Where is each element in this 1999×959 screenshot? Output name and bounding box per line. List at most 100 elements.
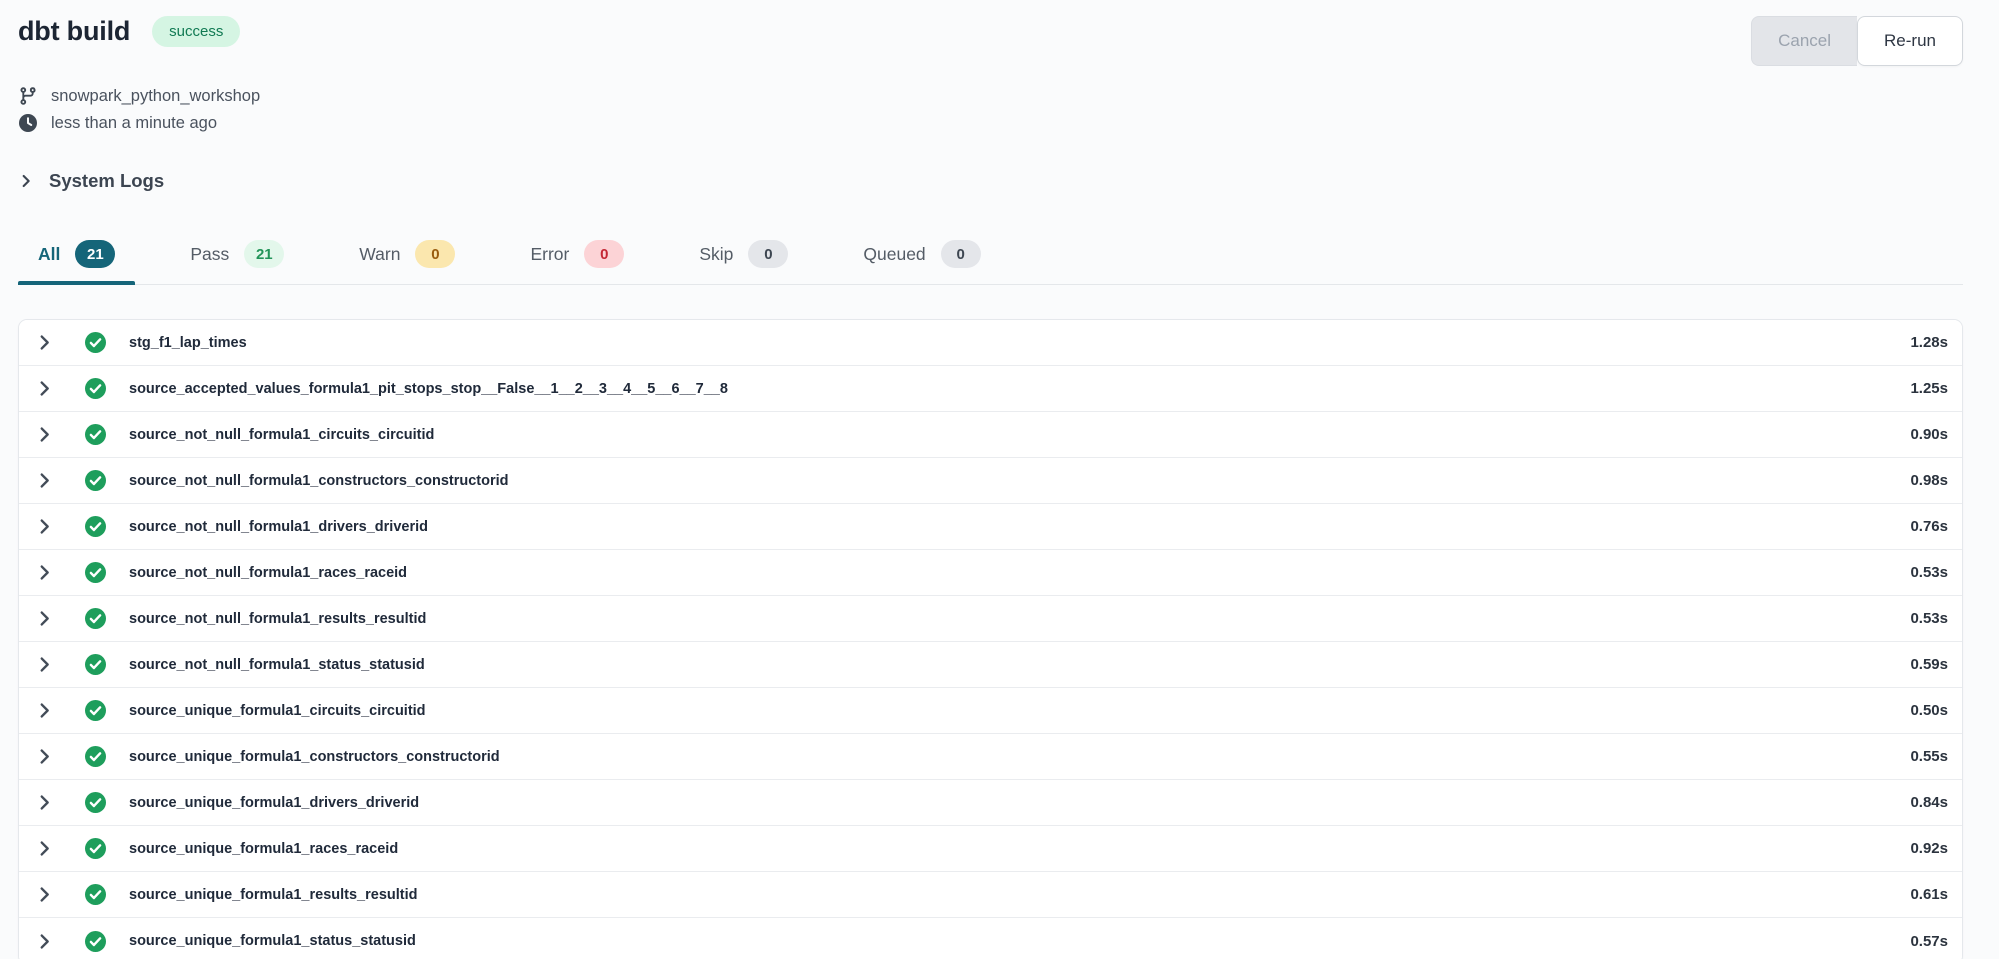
expand-chevron-icon[interactable] [35,563,54,582]
chevron-right-icon [18,173,34,189]
rerun-button[interactable]: Re-run [1857,16,1963,66]
pass-check-icon [85,654,106,675]
table-row[interactable]: source_unique_formula1_drivers_driverid … [19,780,1962,826]
table-row[interactable]: source_unique_formula1_circuits_circuiti… [19,688,1962,734]
table-row[interactable]: source_not_null_formula1_results_resulti… [19,596,1962,642]
expand-chevron-icon[interactable] [35,885,54,904]
pass-check-icon [85,792,106,813]
tab-all[interactable]: All 21 [18,232,135,284]
pass-check-icon [85,424,106,445]
node-duration: 0.90s [1910,426,1948,443]
tab-error[interactable]: Error 0 [510,232,644,284]
pass-check-icon [85,332,106,353]
node-duration: 0.76s [1910,518,1948,535]
node-name: source_unique_formula1_status_statusid [129,933,416,949]
run-detail-page: dbt build success Cancel Re-run snowpark… [0,0,1999,959]
table-row[interactable]: source_not_null_formula1_status_statusid… [19,642,1962,688]
tab-queued[interactable]: Queued 0 [843,232,1000,284]
node-name: source_not_null_formula1_results_resulti… [129,611,426,627]
expand-chevron-icon[interactable] [35,471,54,490]
node-name: source_not_null_formula1_drivers_driveri… [129,519,428,535]
node-duration: 0.55s [1910,748,1948,765]
table-row[interactable]: stg_f1_lap_times 1.28s [19,320,1962,366]
table-row[interactable]: source_not_null_formula1_constructors_co… [19,458,1962,504]
pass-check-icon [85,470,106,491]
tab-count-badge: 21 [244,240,284,268]
clock-icon [18,113,38,133]
expand-chevron-icon[interactable] [35,793,54,812]
tab-label: Pass [190,244,229,265]
expand-chevron-icon[interactable] [35,425,54,444]
time-row: less than a minute ago [18,113,1963,133]
pass-check-icon [85,884,106,905]
tab-count-badge: 0 [941,240,981,268]
table-row[interactable]: source_accepted_values_formula1_pit_stop… [19,366,1962,412]
node-name: source_not_null_formula1_status_statusid [129,657,425,673]
table-row[interactable]: source_unique_formula1_results_resultid … [19,872,1962,918]
tab-count-badge: 0 [415,240,455,268]
branch-row: snowpark_python_workshop [18,86,1963,106]
expand-chevron-icon[interactable] [35,379,54,398]
table-row[interactable]: source_not_null_formula1_drivers_driveri… [19,504,1962,550]
node-duration: 0.84s [1910,794,1948,811]
table-row[interactable]: source_unique_formula1_races_raceid 0.92… [19,826,1962,872]
cancel-button[interactable]: Cancel [1751,16,1857,66]
run-meta: snowpark_python_workshop less than a min… [18,86,1963,133]
node-name: source_unique_formula1_circuits_circuiti… [129,703,426,719]
tab-skip[interactable]: Skip 0 [679,232,808,284]
node-name: source_not_null_formula1_constructors_co… [129,473,509,489]
node-duration: 0.98s [1910,472,1948,489]
tab-label: Queued [863,244,925,265]
node-name: source_unique_formula1_results_resultid [129,887,418,903]
tab-count-badge: 0 [584,240,624,268]
branch-name: snowpark_python_workshop [51,87,260,106]
table-row[interactable]: source_unique_formula1_constructors_cons… [19,734,1962,780]
node-name: source_unique_formula1_races_raceid [129,841,398,857]
node-name: source_unique_formula1_constructors_cons… [129,749,500,765]
expand-chevron-icon[interactable] [35,655,54,674]
expand-chevron-icon[interactable] [35,517,54,536]
node-duration: 0.59s [1910,656,1948,673]
page-title: dbt build [18,16,130,47]
pass-check-icon [85,562,106,583]
node-name: source_not_null_formula1_circuits_circui… [129,427,434,443]
tab-bar: All 21 Pass 21 Warn 0 Error 0 Skip 0 Que… [18,232,1963,285]
git-branch-icon [18,86,38,106]
table-row[interactable]: source_not_null_formula1_races_raceid 0.… [19,550,1962,596]
results-list: stg_f1_lap_times 1.28s source_accepted_v… [18,319,1963,959]
node-duration: 0.61s [1910,886,1948,903]
tab-label: Skip [699,244,733,265]
node-duration: 0.92s [1910,840,1948,857]
header: dbt build success Cancel Re-run [18,16,1963,66]
pass-check-icon [85,931,106,952]
pass-check-icon [85,700,106,721]
pass-check-icon [85,516,106,537]
tab-warn[interactable]: Warn 0 [339,232,475,284]
tab-count-badge: 21 [75,240,115,268]
run-time-ago: less than a minute ago [51,114,217,133]
node-name: source_accepted_values_formula1_pit_stop… [129,381,728,397]
node-name: source_not_null_formula1_races_raceid [129,565,407,581]
expand-chevron-icon[interactable] [35,747,54,766]
node-duration: 0.53s [1910,564,1948,581]
status-badge: success [152,16,240,47]
node-duration: 0.57s [1910,933,1948,950]
pass-check-icon [85,838,106,859]
node-duration: 0.50s [1910,702,1948,719]
node-duration: 0.53s [1910,610,1948,627]
expand-chevron-icon[interactable] [35,932,54,951]
pass-check-icon [85,608,106,629]
tab-label: All [38,244,60,265]
table-row[interactable]: source_not_null_formula1_circuits_circui… [19,412,1962,458]
expand-chevron-icon[interactable] [35,701,54,720]
tab-label: Error [530,244,569,265]
expand-chevron-icon[interactable] [35,609,54,628]
node-duration: 1.25s [1910,380,1948,397]
tab-pass[interactable]: Pass 21 [170,232,304,284]
expand-chevron-icon[interactable] [35,333,54,352]
table-row[interactable]: source_unique_formula1_status_statusid 0… [19,918,1962,959]
node-name: source_unique_formula1_drivers_driverid [129,795,419,811]
tab-count-badge: 0 [748,240,788,268]
system-logs-toggle[interactable]: System Logs [18,170,164,192]
expand-chevron-icon[interactable] [35,839,54,858]
